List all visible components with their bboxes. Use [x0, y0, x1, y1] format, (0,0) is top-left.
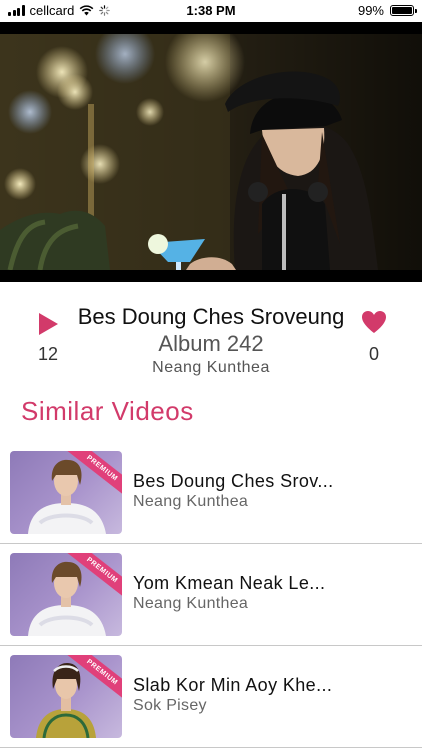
- battery-level: [392, 7, 412, 14]
- play-button[interactable]: [34, 310, 62, 338]
- heart-icon: [362, 311, 386, 333]
- video-player[interactable]: [0, 22, 422, 282]
- list-item-title: Slab Kor Min Aoy Khe...: [133, 675, 333, 695]
- battery-icon: [390, 5, 417, 16]
- status-bar: cellcard 1:38 PM 99%: [0, 0, 422, 22]
- list-item[interactable]: PREMIUM Yom Kmean Neak Le... Neang Kunth…: [0, 544, 422, 646]
- song-title: Bes Doung Ches Sroveung: [77, 304, 345, 329]
- song-info: 12 Bes Doung Ches Sroveung Album 242 Nea…: [0, 282, 422, 382]
- list-item-artist: Neang Kunthea: [133, 595, 249, 612]
- video-thumbnail[interactable]: PREMIUM: [10, 553, 122, 636]
- video-thumbnail[interactable]: PREMIUM: [10, 451, 122, 534]
- battery-percent: 99%: [357, 3, 384, 18]
- list-item-artist: Sok Pisey: [133, 697, 207, 714]
- similar-videos-list: PREMIUM Bes Doung Ches Srov... Neang Kun…: [0, 442, 422, 748]
- artist-name: Neang Kunthea: [152, 359, 270, 376]
- album-name: Album 242: [158, 331, 264, 356]
- similar-videos-heading: Similar Videos: [21, 396, 194, 426]
- list-item[interactable]: PREMIUM Slab Kor Min Aoy Khe... Sok Pise…: [0, 646, 422, 748]
- list-item-title: Bes Doung Ches Srov...: [133, 471, 334, 491]
- list-item[interactable]: PREMIUM Bes Doung Ches Srov... Neang Kun…: [0, 442, 422, 544]
- play-count: 12: [37, 344, 59, 364]
- list-item-title: Yom Kmean Neak Le...: [133, 573, 326, 593]
- status-right: 99%: [357, 3, 417, 18]
- like-count: 0: [368, 344, 379, 364]
- like-button[interactable]: [360, 308, 388, 336]
- video-frame[interactable]: [0, 34, 422, 270]
- play-icon: [39, 313, 58, 335]
- list-item-artist: Neang Kunthea: [133, 493, 249, 510]
- video-thumbnail[interactable]: PREMIUM: [10, 655, 122, 738]
- video-still: [0, 34, 422, 270]
